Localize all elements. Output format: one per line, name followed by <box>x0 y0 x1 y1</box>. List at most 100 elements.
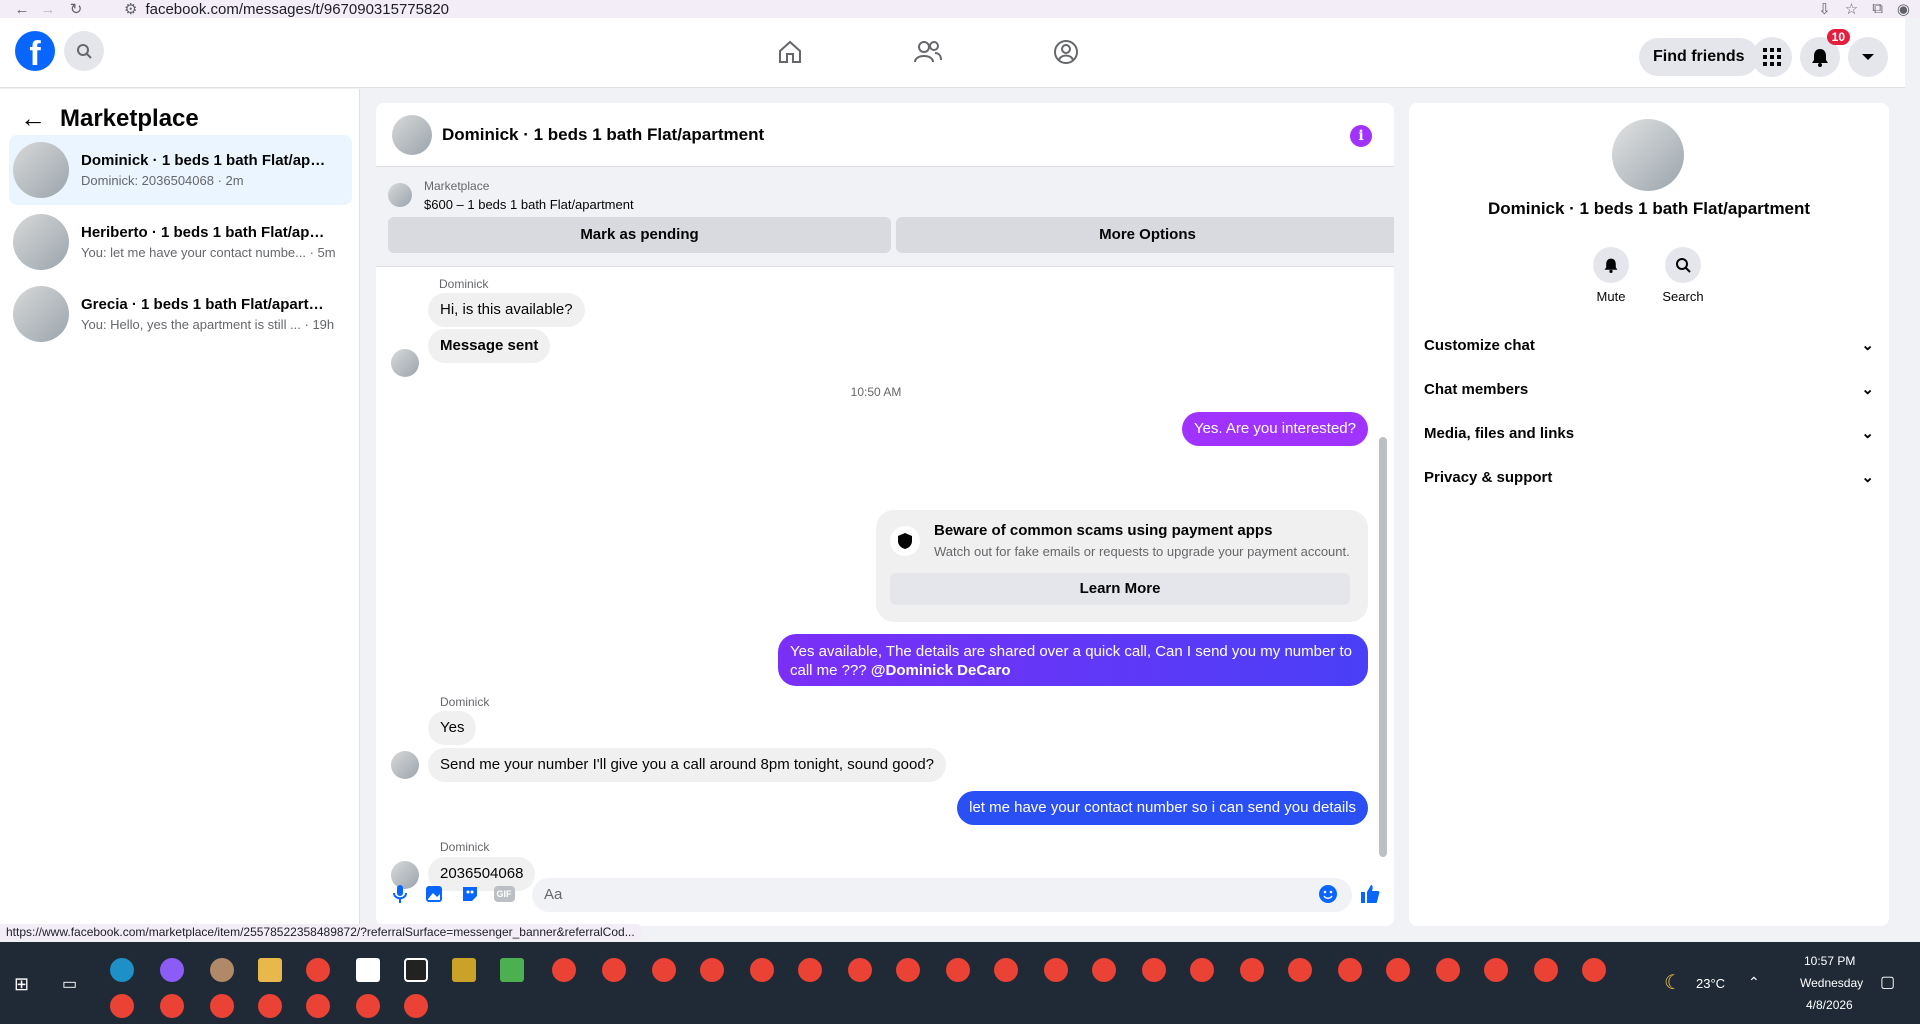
mark-as-pending-button[interactable]: Mark as pending <box>388 217 891 253</box>
find-friends-button[interactable]: Find friends <box>1639 38 1759 76</box>
notifications-button[interactable]: 10 <box>1800 29 1850 77</box>
chrome-profile-icon[interactable] <box>356 994 380 1018</box>
conversation-item[interactable]: Heriberto · 1 beds 1 bath Flat/apar... Y… <box>9 207 352 277</box>
sender-name: Dominick <box>440 840 490 854</box>
privacy-support-section[interactable]: Privacy & support ⌄ <box>1424 455 1874 499</box>
windows-start-icon[interactable]: ⊞ <box>14 974 29 995</box>
timestamp: 10:50 AM <box>850 385 902 399</box>
clock-date[interactable]: 4/8/2026 <box>1806 998 1853 1012</box>
scrollbar[interactable] <box>1379 437 1387 857</box>
chrome-profile-icon[interactable] <box>110 994 134 1018</box>
marketplace-label: Marketplace <box>424 179 490 193</box>
edge-icon[interactable] <box>110 958 134 982</box>
forward-icon[interactable]: → <box>36 1 60 18</box>
avatar <box>13 286 69 342</box>
chrome-profile-icon[interactable] <box>1288 958 1312 982</box>
profile-icon[interactable]: ◉ <box>1897 0 1910 18</box>
more-options-button[interactable]: More Options <box>896 217 1394 253</box>
customize-chat-section[interactable]: Customize chat ⌄ <box>1424 323 1874 367</box>
site-info-icon[interactable]: ⚙ <box>124 0 137 18</box>
chrome-profile-icon[interactable] <box>1338 958 1362 982</box>
chrome-profile-icon[interactable] <box>210 994 234 1018</box>
chrome-profile-icon[interactable] <box>1142 958 1166 982</box>
moon-weather-icon[interactable]: ☾ <box>1664 970 1682 995</box>
chrome-profile-icon[interactable] <box>1436 958 1460 982</box>
clock-time[interactable]: 10:57 PM <box>1804 954 1855 968</box>
listing-title[interactable]: $600 – 1 beds 1 bath Flat/apartment <box>424 197 634 212</box>
home-nav[interactable] <box>770 32 810 72</box>
avatar[interactable] <box>1612 119 1684 191</box>
weather-temp[interactable]: 23°C <box>1696 976 1725 991</box>
thumbs-up-icon[interactable] <box>1358 882 1382 906</box>
chrome-profile-icon[interactable] <box>1582 958 1606 982</box>
chrome-profile-icon[interactable] <box>652 958 676 982</box>
address-bar[interactable]: ⚙ facebook.com/messages/t/96709031577582… <box>124 0 634 19</box>
bell-icon <box>1604 258 1618 273</box>
conversation-item[interactable]: Grecia · 1 beds 1 bath Flat/apartme... Y… <box>9 279 352 349</box>
chrome-profile-icon[interactable] <box>552 958 576 982</box>
message-input[interactable]: Aa <box>532 878 1352 912</box>
app-icon[interactable] <box>500 958 524 982</box>
back-icon[interactable]: ← <box>10 1 34 18</box>
chrome-profile-icon[interactable] <box>258 994 282 1018</box>
bookmark-star-icon[interactable]: ☆ <box>1845 0 1858 18</box>
gallery-icon[interactable] <box>422 882 446 906</box>
groups-nav[interactable] <box>1046 32 1086 72</box>
gif-icon[interactable]: GIF <box>492 882 516 906</box>
chat-members-section[interactable]: Chat members ⌄ <box>1424 367 1874 411</box>
notepad-icon[interactable] <box>356 958 380 982</box>
chrome-profile-icon[interactable] <box>750 958 774 982</box>
chrome-profile-icon[interactable] <box>160 994 184 1018</box>
learn-more-button[interactable]: Learn More <box>890 573 1350 605</box>
capcut-icon[interactable] <box>404 958 428 982</box>
chrome-profile-icon[interactable] <box>1484 958 1508 982</box>
info-icon[interactable]: i <box>1350 125 1372 147</box>
reload-icon[interactable]: ↻ <box>64 0 88 18</box>
chrome-profile-icon[interactable] <box>1044 958 1068 982</box>
friends-nav[interactable] <box>908 32 948 72</box>
conversation-item[interactable]: Dominick · 1 beds 1 bath Flat/apart... D… <box>9 135 352 205</box>
chrome-profile-icon[interactable] <box>602 958 626 982</box>
account-button[interactable] <box>1848 37 1888 77</box>
chrome-profile-icon[interactable] <box>896 958 920 982</box>
search-action[interactable]: Search <box>1653 247 1713 304</box>
chrome-icon[interactable] <box>306 958 330 982</box>
chrome-profile-icon[interactable] <box>1534 958 1558 982</box>
microphone-icon[interactable] <box>388 882 412 906</box>
file-explorer-icon[interactable] <box>258 958 282 982</box>
install-icon[interactable]: ⇩ <box>1818 0 1831 18</box>
app-icon[interactable] <box>452 958 476 982</box>
task-view-icon[interactable]: ▭ <box>62 974 77 994</box>
back-arrow-icon[interactable]: ← <box>20 103 46 134</box>
copilot-icon[interactable] <box>160 958 184 982</box>
chrome-profile-icon[interactable] <box>1386 958 1410 982</box>
chrome-profile-icon[interactable] <box>1190 958 1214 982</box>
search-button[interactable] <box>64 31 104 71</box>
avatar[interactable] <box>392 114 432 155</box>
chrome-profile-icon[interactable] <box>848 958 872 982</box>
chrome-profile-icon[interactable] <box>700 958 724 982</box>
media-files-section[interactable]: Media, files and links ⌄ <box>1424 411 1874 455</box>
clock-day[interactable]: Wednesday <box>1800 976 1863 990</box>
facebook-logo[interactable]: f <box>15 31 55 73</box>
search-icon <box>77 44 92 59</box>
paint-icon[interactable] <box>210 958 234 982</box>
mention-link[interactable]: @Dominick DeCaro <box>871 662 1011 679</box>
chrome-profile-icon[interactable] <box>1240 958 1264 982</box>
conversation-preview: You: let me have your contact numbe... ·… <box>81 245 336 260</box>
notifications-center-icon[interactable]: ▢ <box>1880 972 1895 992</box>
chat-title[interactable]: Dominick · 1 beds 1 bath Flat/apartment <box>442 125 764 145</box>
chrome-profile-icon[interactable] <box>1092 958 1116 982</box>
chrome-profile-icon[interactable] <box>798 958 822 982</box>
chevron-up-icon[interactable]: ⌃ <box>1748 974 1760 991</box>
extensions-icon[interactable]: ⧉ <box>1872 0 1883 18</box>
mute-action[interactable]: Mute <box>1581 247 1641 304</box>
emoji-icon[interactable] <box>1316 882 1340 906</box>
chrome-profile-icon[interactable] <box>404 994 428 1018</box>
chrome-profile-icon[interactable] <box>994 958 1018 982</box>
menu-button[interactable] <box>1752 37 1792 77</box>
chrome-profile-icon[interactable] <box>946 958 970 982</box>
listing-thumbnail[interactable] <box>388 183 412 207</box>
sticker-icon[interactable] <box>458 882 482 906</box>
chrome-profile-icon[interactable] <box>306 994 330 1018</box>
